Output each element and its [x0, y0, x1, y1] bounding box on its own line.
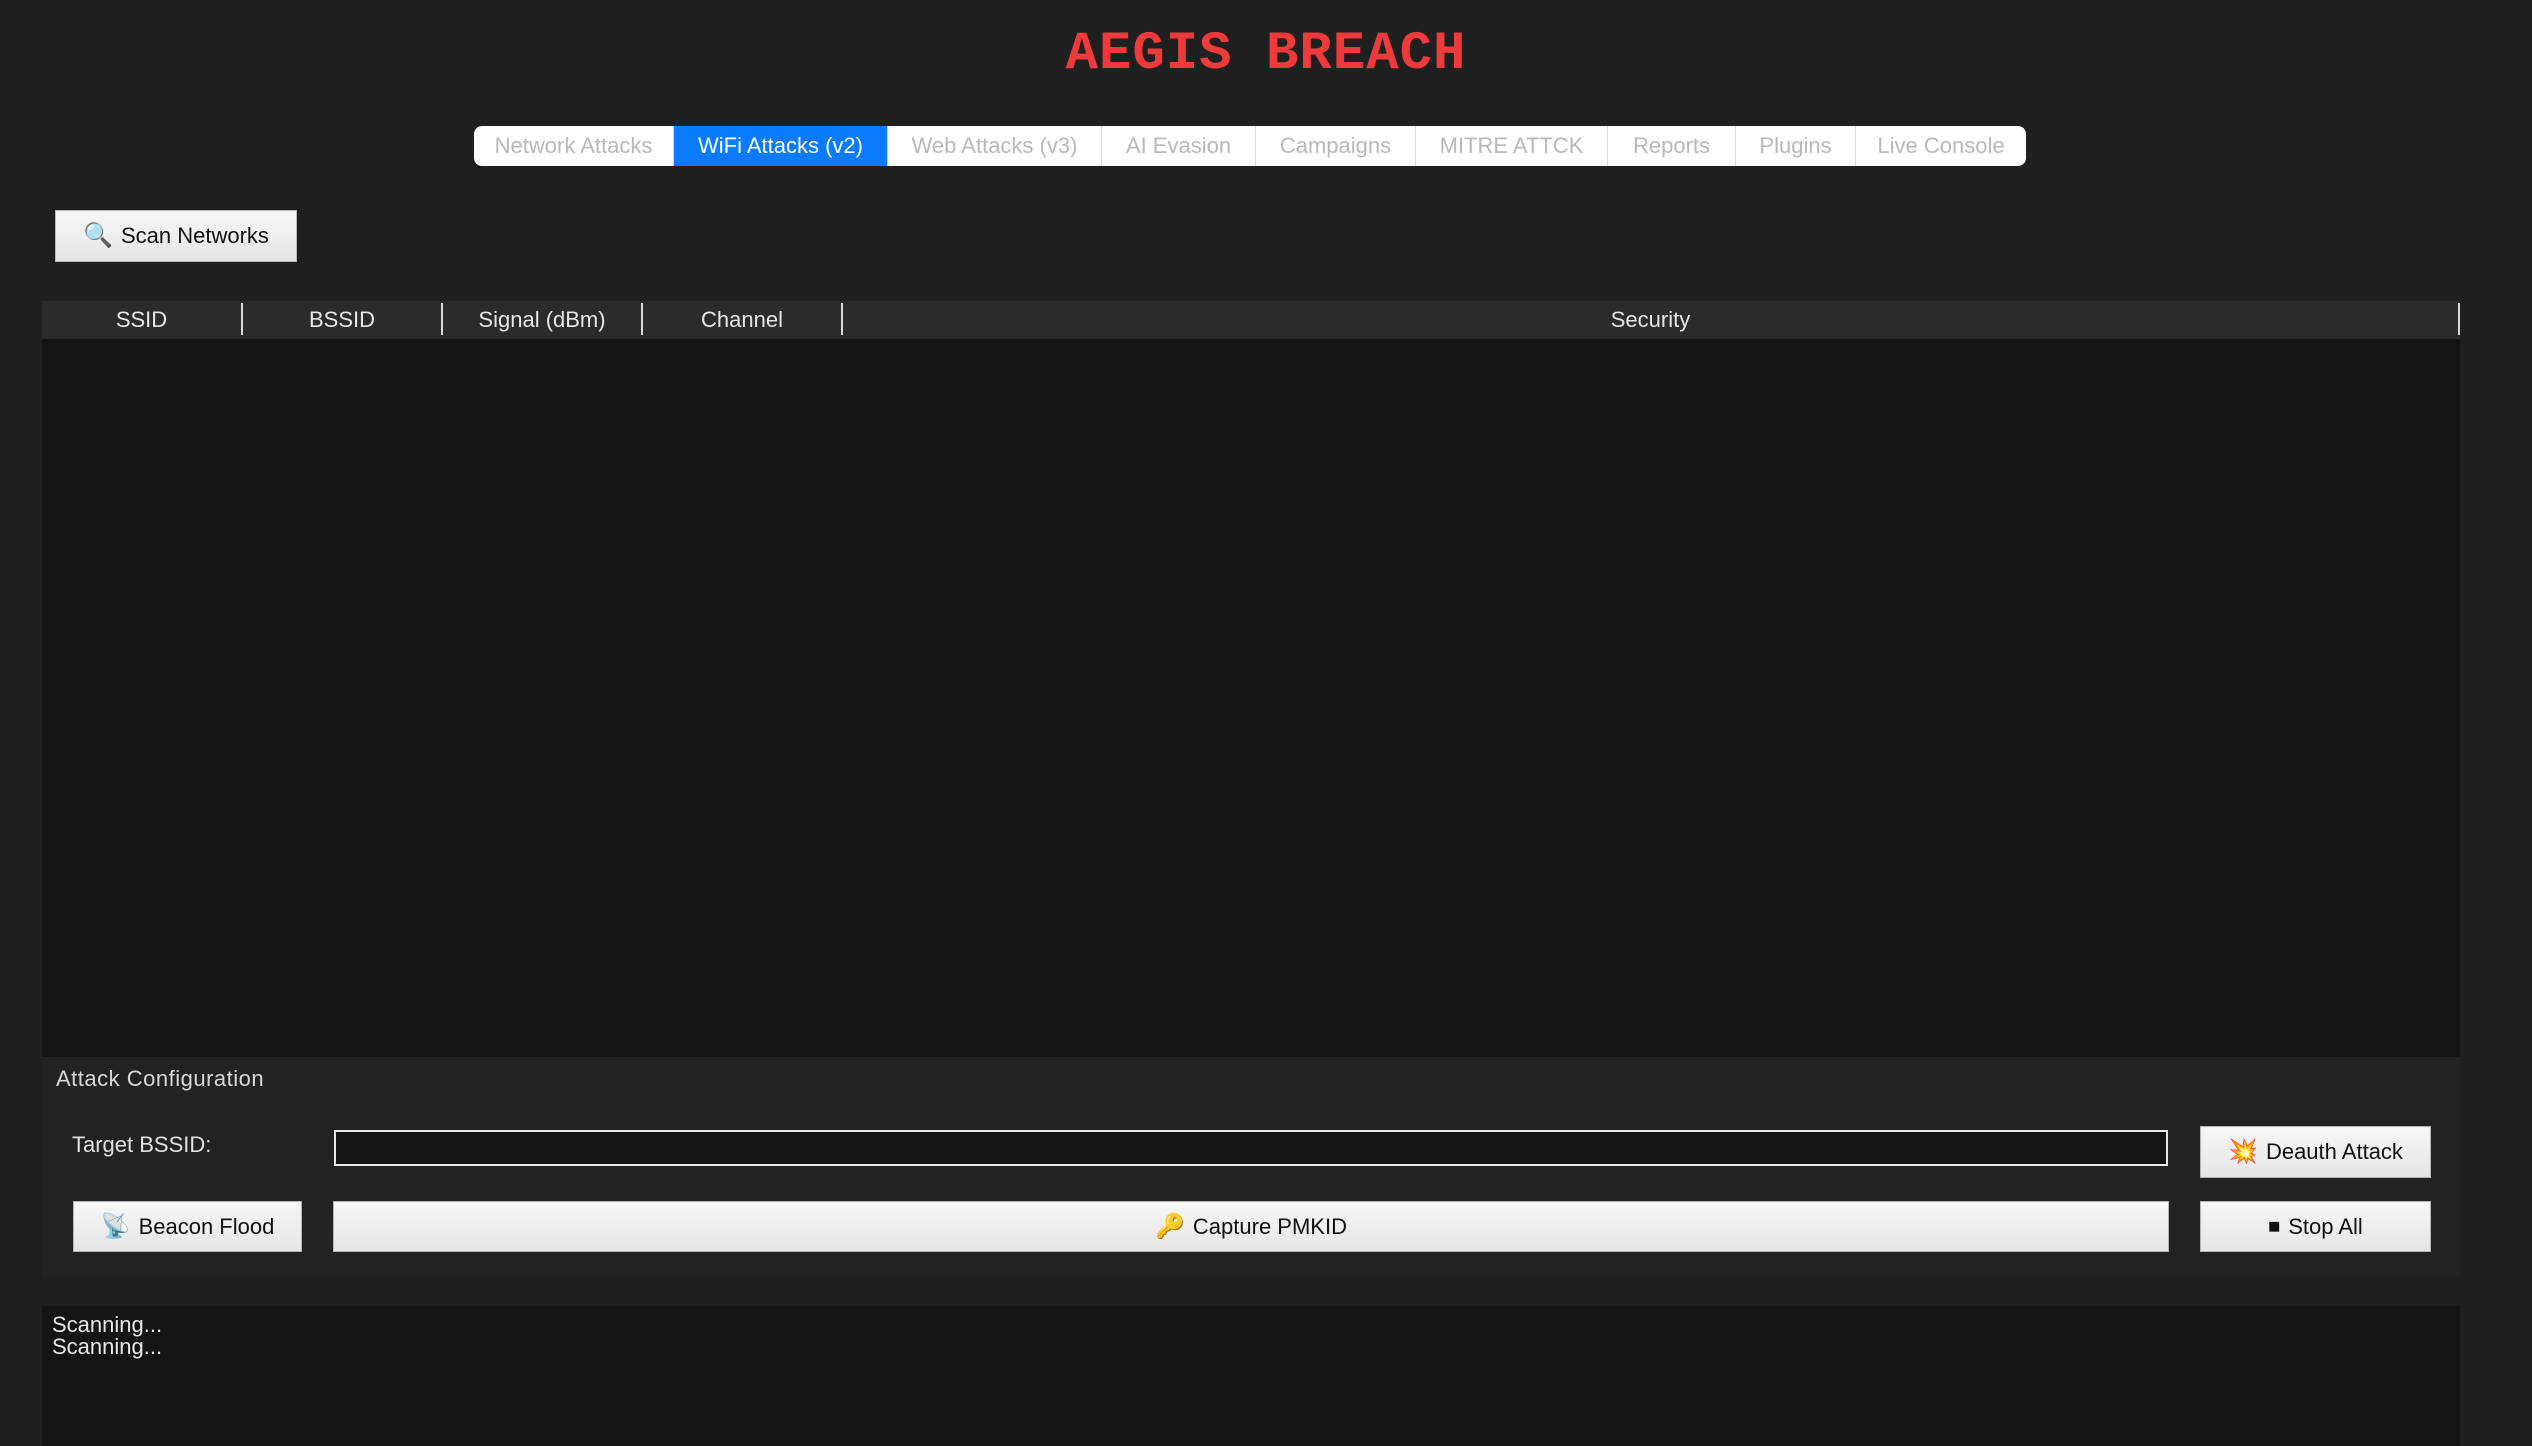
- scan-networks-button[interactable]: 🔍 Scan Networks: [55, 210, 297, 262]
- beacon-flood-label: Beacon Flood: [138, 1213, 275, 1239]
- app-window: AEGIS BREACH Network Attacks WiFi Attack…: [0, 0, 2532, 1446]
- tab-live-console[interactable]: Live Console: [1856, 126, 2026, 166]
- beacon-flood-button[interactable]: 📡 Beacon Flood: [73, 1201, 302, 1252]
- tab-campaigns[interactable]: Campaigns: [1256, 126, 1416, 166]
- output-log[interactable]: Scanning... Scanning...: [42, 1306, 2460, 1446]
- scan-networks-label: Scan Networks: [120, 223, 269, 248]
- stop-all-button[interactable]: ⏹ Stop All: [2200, 1201, 2431, 1252]
- tab-bar: Network Attacks WiFi Attacks (v2) Web At…: [474, 126, 2026, 166]
- column-header-signal[interactable]: Signal (dBm): [443, 303, 643, 335]
- tab-reports[interactable]: Reports: [1608, 126, 1736, 166]
- satellite-dish-icon: 📡: [100, 1212, 131, 1240]
- column-header-channel[interactable]: Channel: [643, 303, 843, 335]
- stop-all-label: Stop All: [2288, 1213, 2363, 1239]
- magnifier-icon: 🔍: [83, 222, 113, 249]
- column-header-ssid[interactable]: SSID: [42, 303, 243, 335]
- tab-wifi-attacks[interactable]: WiFi Attacks (v2): [674, 126, 888, 166]
- tab-network-attacks[interactable]: Network Attacks: [474, 126, 674, 166]
- column-header-bssid[interactable]: BSSID: [243, 303, 443, 335]
- target-bssid-label: Target BSSID:: [72, 1132, 212, 1157]
- collision-icon: 💥: [2228, 1138, 2258, 1165]
- networks-table[interactable]: SSID BSSID Signal (dBm) Channel Security: [42, 301, 2460, 1057]
- target-bssid-input[interactable]: [334, 1130, 2168, 1166]
- capture-pmkid-button[interactable]: 🔑 Capture PMKID: [333, 1201, 2169, 1252]
- stop-square-icon: ⏹: [2268, 1212, 2281, 1240]
- key-icon: 🔑: [1155, 1212, 1185, 1240]
- tab-web-attacks[interactable]: Web Attacks (v3): [888, 126, 1102, 166]
- tab-plugins[interactable]: Plugins: [1736, 126, 1856, 166]
- deauth-attack-label: Deauth Attack: [2265, 1139, 2403, 1164]
- attack-configuration-label: Attack Configuration: [56, 1066, 265, 1091]
- deauth-attack-button[interactable]: 💥 Deauth Attack: [2200, 1126, 2431, 1178]
- log-line: Scanning...: [52, 1334, 163, 1359]
- tab-mitre-attck[interactable]: MITRE ATTCK: [1416, 126, 1608, 166]
- tab-ai-evasion[interactable]: AI Evasion: [1102, 126, 1256, 166]
- app-title: AEGIS BREACH: [1065, 24, 1467, 85]
- table-header: SSID BSSID Signal (dBm) Channel Security: [42, 301, 2460, 339]
- column-header-security[interactable]: Security: [843, 303, 2460, 335]
- capture-pmkid-label: Capture PMKID: [1192, 1213, 1347, 1239]
- log-line: Scanning...: [52, 1312, 163, 1337]
